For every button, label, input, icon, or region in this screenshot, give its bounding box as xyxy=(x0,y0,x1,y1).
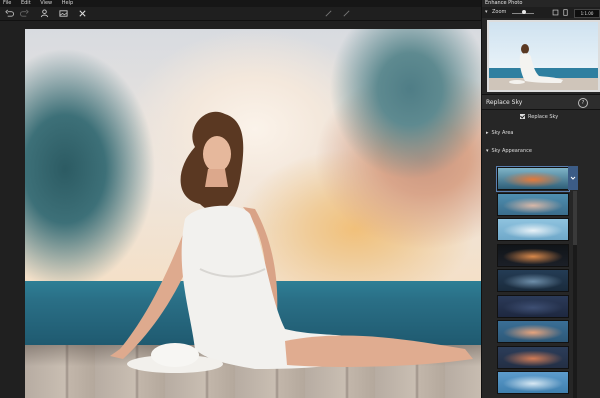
sky-area-label: Sky Area xyxy=(491,130,514,136)
sky-area-toggle[interactable]: ▸ Sky Area xyxy=(486,130,513,136)
zoom-value-field[interactable]: 1:1.00 xyxy=(574,9,600,18)
brush-icon xyxy=(324,10,332,17)
brush-tool-button[interactable] xyxy=(322,8,334,19)
sky-preset-thumbnail[interactable] xyxy=(497,243,569,267)
chevron-right-icon: ▸ xyxy=(486,130,489,136)
menu-view[interactable]: View xyxy=(40,0,52,7)
toolbar xyxy=(0,7,481,21)
right-panel: Enhance Photo ▾ Zoom 1:1.00 Replace Sky … xyxy=(481,0,600,398)
replace-sky-checkbox-label: Replace Sky xyxy=(528,114,559,120)
sky-appearance-toggle[interactable]: ▾ Sky Appearance xyxy=(486,148,532,154)
menu-edit[interactable]: Edit xyxy=(21,0,31,7)
replace-sky-title: Replace Sky xyxy=(486,99,523,106)
chevron-down-icon xyxy=(570,176,576,180)
sky-preset-thumbnail[interactable] xyxy=(497,294,569,318)
sky-preset-thumbnail[interactable] xyxy=(497,371,569,394)
undo-icon xyxy=(4,9,14,17)
menu-file[interactable]: File xyxy=(3,0,11,7)
replace-sky-checkbox-row[interactable]: Replace Sky xyxy=(520,114,558,120)
close-button[interactable] xyxy=(76,8,88,19)
navigator-figure xyxy=(509,44,563,84)
redo-icon xyxy=(19,9,29,17)
replace-sky-header[interactable]: Replace Sky ? xyxy=(482,94,600,110)
zoom-row: ▾ Zoom 1:1.00 xyxy=(482,7,600,18)
sky-preset-thumbnail[interactable] xyxy=(497,345,569,369)
woman-figure xyxy=(110,111,473,373)
panel-title: Enhance Photo xyxy=(485,0,523,6)
chevron-down-icon[interactable]: ▾ xyxy=(485,9,488,15)
chevron-down-icon: ▾ xyxy=(486,148,489,154)
close-icon xyxy=(78,10,86,17)
eraser-icon xyxy=(342,10,350,17)
selected-sky-preset[interactable] xyxy=(496,166,570,192)
navigator-preview[interactable] xyxy=(487,20,600,92)
photo-preview[interactable] xyxy=(25,29,481,398)
sky-preset-thumbnail[interactable] xyxy=(497,218,569,241)
image-icon xyxy=(58,10,68,17)
scrollbar-thumb[interactable] xyxy=(573,191,577,245)
sky-list-scrollbar[interactable] xyxy=(573,191,577,398)
sky-preset-thumbnail[interactable] xyxy=(497,320,569,343)
person-button[interactable] xyxy=(38,8,50,19)
canvas-area[interactable] xyxy=(0,21,481,398)
eraser-tool-button[interactable] xyxy=(340,8,352,19)
sky-preset-dropdown[interactable] xyxy=(568,166,578,190)
sky-preset-thumbnail[interactable] xyxy=(497,192,569,216)
undo-button[interactable] xyxy=(3,8,15,19)
menu-bar: File Edit View Help xyxy=(0,0,481,7)
help-icon[interactable]: ? xyxy=(578,98,588,108)
replace-sky-checkbox[interactable] xyxy=(520,114,525,119)
sky-preset-list[interactable] xyxy=(496,166,580,398)
redo-button[interactable] xyxy=(18,8,30,19)
sky-appearance-label: Sky Appearance xyxy=(491,148,532,154)
zoom-label: Zoom xyxy=(492,9,507,15)
sky-preset-thumbnail[interactable] xyxy=(497,269,569,292)
fit-screen-icon[interactable] xyxy=(552,9,559,16)
menu-help[interactable]: Help xyxy=(62,0,73,7)
image-button[interactable] xyxy=(57,8,69,19)
person-icon xyxy=(40,9,48,18)
actual-size-icon[interactable] xyxy=(562,9,569,16)
